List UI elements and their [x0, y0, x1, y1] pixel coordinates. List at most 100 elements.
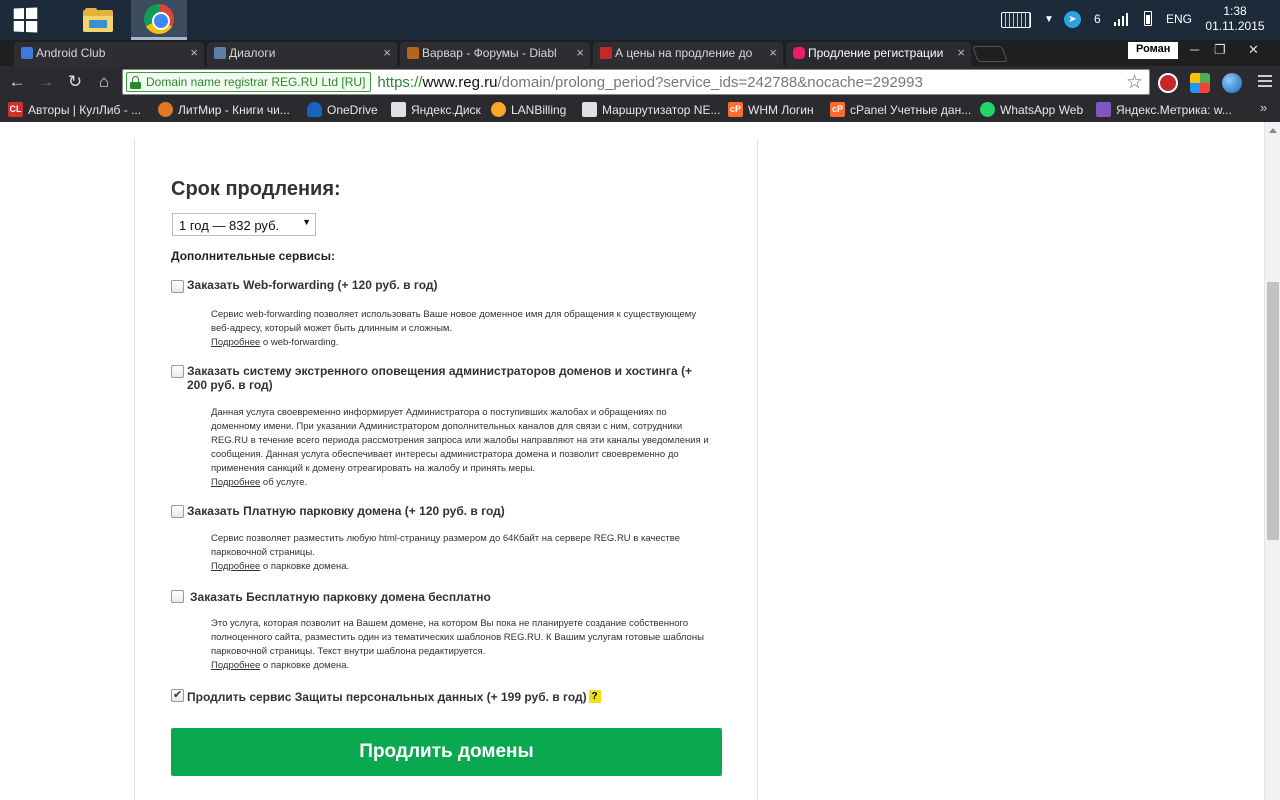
extension-icon[interactable]	[1190, 73, 1210, 93]
bookmark-yandex-disk[interactable]: Яндекс.Диск	[391, 102, 481, 117]
renew-domains-button[interactable]: Продлить домены	[171, 728, 722, 776]
option-privacy-protection: Продлить сервис Защиты персональных данн…	[171, 688, 711, 709]
bookmarks-overflow-icon[interactable]: »	[1260, 100, 1267, 115]
bookmark-label: cPanel Учетные дан...	[850, 102, 972, 117]
cpanel-icon: cP	[728, 102, 743, 117]
bookmark-cpanel[interactable]: cP cPanel Учетные дан...	[830, 102, 971, 117]
web-forwarding-checkbox[interactable]	[171, 280, 184, 293]
android-icon	[21, 47, 33, 59]
bookmark-yandex-metrika[interactable]: Яндекс.Метрика: w...	[1096, 102, 1232, 117]
tab-close-icon[interactable]: ×	[383, 45, 391, 60]
select-value: 1 год — 832 руб.	[179, 218, 280, 233]
option-label: Продлить сервис Защиты персональных данн…	[187, 690, 707, 704]
dialogs-icon	[214, 47, 226, 59]
bookmark-onedrive[interactable]: OneDrive	[307, 102, 378, 117]
option-description: Сервис web-forwarding позволяет использо…	[211, 308, 716, 350]
url-text[interactable]: https://www.reg.ru/domain/prolong_period…	[377, 74, 922, 91]
taskbar-chrome[interactable]	[131, 0, 187, 40]
tab-diablo-forum[interactable]: Варвар - Форумы - Diabl ×	[400, 42, 590, 66]
tab-label: Диалоги	[229, 46, 276, 60]
touch-keyboard-icon[interactable]	[1001, 12, 1031, 28]
option-label: Заказать Бесплатную парковку домена бесп…	[190, 590, 491, 604]
more-link[interactable]: Подробнее	[211, 660, 260, 671]
renewal-period-select[interactable]: 1 год — 832 руб. ▼	[172, 213, 316, 236]
kullib-icon: CL	[8, 102, 23, 117]
ev-label: Domain name registrar REG.RU Ltd [RU]	[146, 75, 366, 89]
profile-button[interactable]: Роман	[1128, 42, 1179, 59]
clock-time: 1:38	[1223, 4, 1247, 18]
privacy-label-text: Продлить сервис Защиты персональных данн…	[187, 690, 587, 704]
bookmark-label: WHM Логин	[748, 102, 814, 117]
adblock-extension-icon[interactable]	[1158, 73, 1178, 93]
option-label: Заказать Web-forwarding (+ 120 руб. в го…	[187, 278, 438, 292]
option-web-forwarding: Заказать Web-forwarding (+ 120 руб. в го…	[171, 278, 711, 358]
bookmark-label: Яндекс.Диск	[411, 102, 481, 117]
paid-parking-checkbox[interactable]	[171, 505, 184, 518]
url-host: www.reg.ru	[422, 73, 498, 91]
tray-expand-icon[interactable]: ▼	[1044, 14, 1054, 25]
tab-close-icon[interactable]: ×	[957, 45, 965, 60]
battery-icon[interactable]	[1144, 11, 1152, 26]
address-bar[interactable]: Domain name registrar REG.RU Ltd [RU] ht…	[122, 69, 1150, 95]
system-clock[interactable]: 1:38 01.11.2015	[1203, 4, 1267, 34]
whatsapp-icon	[980, 102, 995, 117]
bookmark-label: WhatsApp Web	[1000, 102, 1084, 117]
page-scrollbar[interactable]	[1264, 122, 1280, 800]
bookmark-lanbilling[interactable]: LANBilling	[491, 102, 566, 117]
tab-label: Варвар - Форумы - Diabl	[422, 46, 557, 60]
lock-icon	[130, 75, 141, 89]
restore-button[interactable]: ❐	[1214, 42, 1226, 58]
option-free-parking: Заказать Бесплатную парковку домена бесп…	[171, 590, 711, 680]
new-tab-button[interactable]	[972, 46, 1008, 62]
tab-label: Продление регистрации	[808, 46, 944, 60]
chrome-menu-icon[interactable]	[1258, 75, 1272, 87]
dropdown-arrow-icon: ▼	[302, 217, 311, 227]
network-icon[interactable]	[1114, 12, 1130, 26]
tab-android-club[interactable]: Android Club ×	[14, 42, 204, 66]
forum-icon	[600, 47, 612, 59]
globe-extension-icon[interactable]	[1222, 73, 1242, 93]
bookmark-label: ЛитМир - Книги чи...	[178, 102, 290, 117]
bookmarks-bar: CL Авторы | КулЛиб - ... ЛитМир - Книги ч…	[0, 98, 1280, 122]
more-link[interactable]: Подробнее	[211, 477, 260, 488]
privacy-protection-checkbox[interactable]	[171, 688, 184, 702]
tab-dialogs[interactable]: Диалоги ×	[207, 42, 397, 66]
forward-button[interactable]: →	[35, 72, 57, 92]
renewal-form-card: Срок продления: 1 год — 832 руб. ▼ Допол…	[134, 138, 758, 800]
document-icon	[391, 102, 406, 117]
emergency-alerts-checkbox[interactable]	[171, 365, 184, 378]
metrika-icon	[1096, 102, 1111, 117]
back-button[interactable]: ←	[6, 72, 28, 92]
bookmark-star-icon[interactable]: ☆	[1126, 71, 1143, 94]
tray-count: 6	[1094, 12, 1101, 26]
scroll-up-icon[interactable]	[1269, 128, 1277, 133]
taskbar-file-explorer[interactable]	[70, 0, 126, 40]
windows-logo-icon	[13, 7, 38, 33]
tab-renewal[interactable]: Продление регистрации ×	[786, 42, 971, 66]
bookmark-router[interactable]: Маршрутизатор NE...	[582, 102, 720, 117]
home-button[interactable]: ⌂	[93, 72, 115, 92]
bookmark-litmir[interactable]: ЛитМир - Книги чи...	[158, 102, 290, 117]
scrollbar-thumb[interactable]	[1267, 282, 1279, 540]
telegram-icon[interactable]: ➤	[1064, 11, 1081, 28]
tab-close-icon[interactable]: ×	[769, 45, 777, 60]
minimize-button[interactable]: ─	[1190, 42, 1199, 57]
free-parking-checkbox[interactable]	[171, 590, 184, 603]
reload-button[interactable]: ↻	[64, 72, 86, 92]
more-link[interactable]: Подробнее	[211, 561, 260, 572]
language-indicator[interactable]: ENG	[1166, 12, 1192, 26]
bookmark-kullib[interactable]: CL Авторы | КулЛиб - ...	[8, 102, 141, 117]
ev-certificate-badge[interactable]: Domain name registrar REG.RU Ltd [RU]	[126, 72, 372, 92]
help-icon[interactable]: ?	[588, 690, 601, 703]
bookmark-label: LANBilling	[511, 102, 567, 117]
tab-close-icon[interactable]: ×	[190, 45, 198, 60]
bookmark-whatsapp[interactable]: WhatsApp Web	[980, 102, 1083, 117]
start-button[interactable]	[0, 0, 50, 40]
bookmark-whm[interactable]: cP WHM Логин	[728, 102, 814, 117]
more-link[interactable]: Подробнее	[211, 337, 260, 348]
close-window-button[interactable]: ✕	[1248, 42, 1259, 58]
tab-close-icon[interactable]: ×	[576, 45, 584, 60]
lanbilling-icon	[491, 102, 506, 117]
tab-prices[interactable]: А цены на продление до ×	[593, 42, 783, 66]
description-text: Данная услуга своевременно информирует А…	[211, 407, 709, 474]
